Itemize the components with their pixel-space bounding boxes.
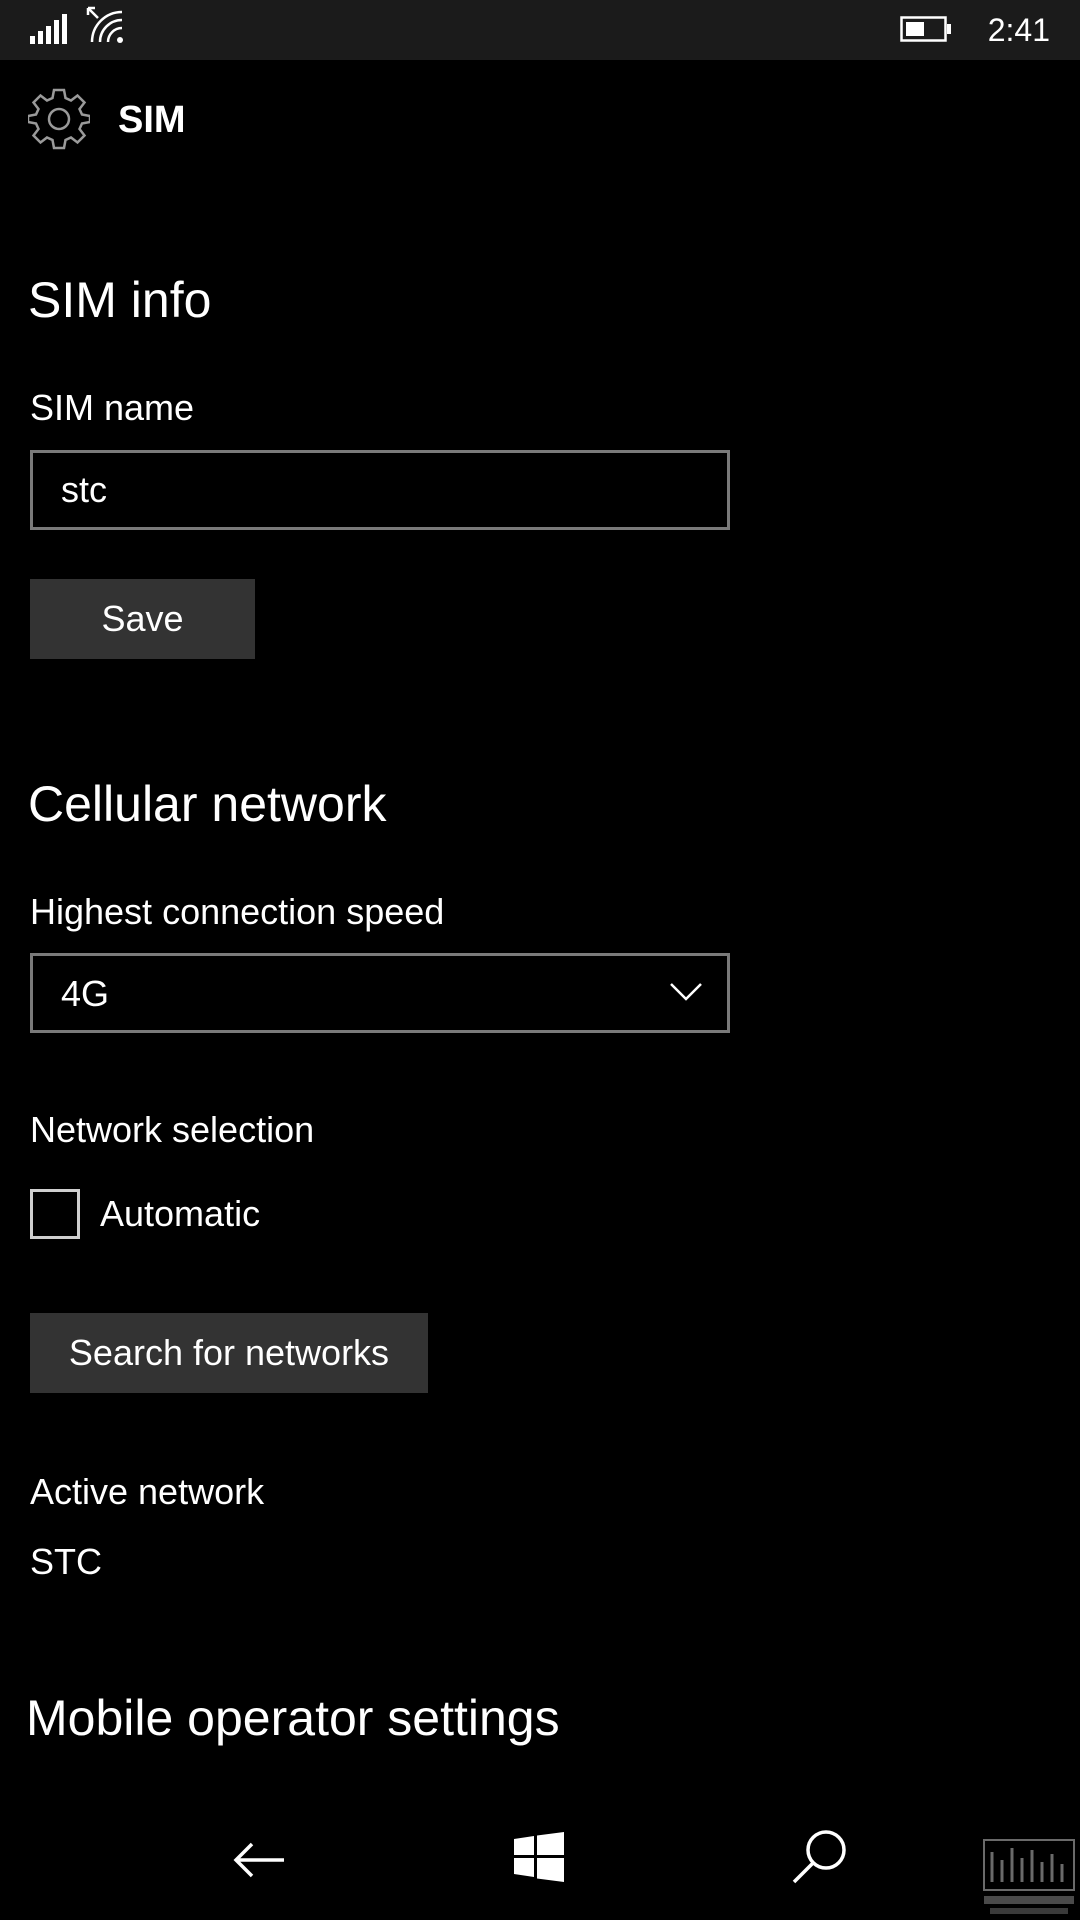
page-header: SIM	[28, 88, 628, 152]
battery-icon	[900, 16, 951, 42]
search-networks-button[interactable]: Search for networks	[30, 1313, 428, 1393]
automatic-label: Automatic	[100, 1193, 261, 1234]
status-time: 2:41	[987, 12, 1050, 48]
active-network-value: STC	[30, 1541, 102, 1582]
chevron-down-icon	[670, 983, 702, 1001]
watermark-logo	[983, 1839, 1075, 1914]
settings-screen: 2:41 SIM SIM info SIM name Save Cellular…	[0, 0, 1080, 1920]
sim-info-heading: SIM info	[28, 272, 212, 328]
page-title: SIM	[118, 99, 186, 141]
gear-icon	[28, 88, 90, 150]
mobile-operator-heading: Mobile operator settings	[26, 1690, 560, 1746]
save-button[interactable]: Save	[30, 579, 255, 659]
back-arrow-icon[interactable]	[232, 1832, 288, 1888]
active-network-label: Active network	[30, 1471, 265, 1512]
connection-speed-label: Highest connection speed	[30, 891, 445, 932]
sim-name-label: SIM name	[30, 387, 195, 428]
sim-name-input[interactable]	[30, 450, 730, 530]
signal-icon	[30, 14, 67, 44]
cellular-network-heading: Cellular network	[28, 776, 387, 832]
search-icon[interactable]	[790, 1828, 848, 1886]
windows-logo-icon[interactable]	[514, 1832, 564, 1882]
connection-speed-value: 4G	[61, 973, 110, 1014]
network-selection-label: Network selection	[30, 1109, 315, 1150]
connection-speed-dropdown[interactable]: 4G	[30, 953, 730, 1033]
automatic-checkbox[interactable]	[30, 1189, 80, 1239]
wifi-icon	[86, 6, 123, 43]
navigation-bar	[0, 1800, 1080, 1920]
status-bar: 2:41	[0, 0, 1080, 60]
